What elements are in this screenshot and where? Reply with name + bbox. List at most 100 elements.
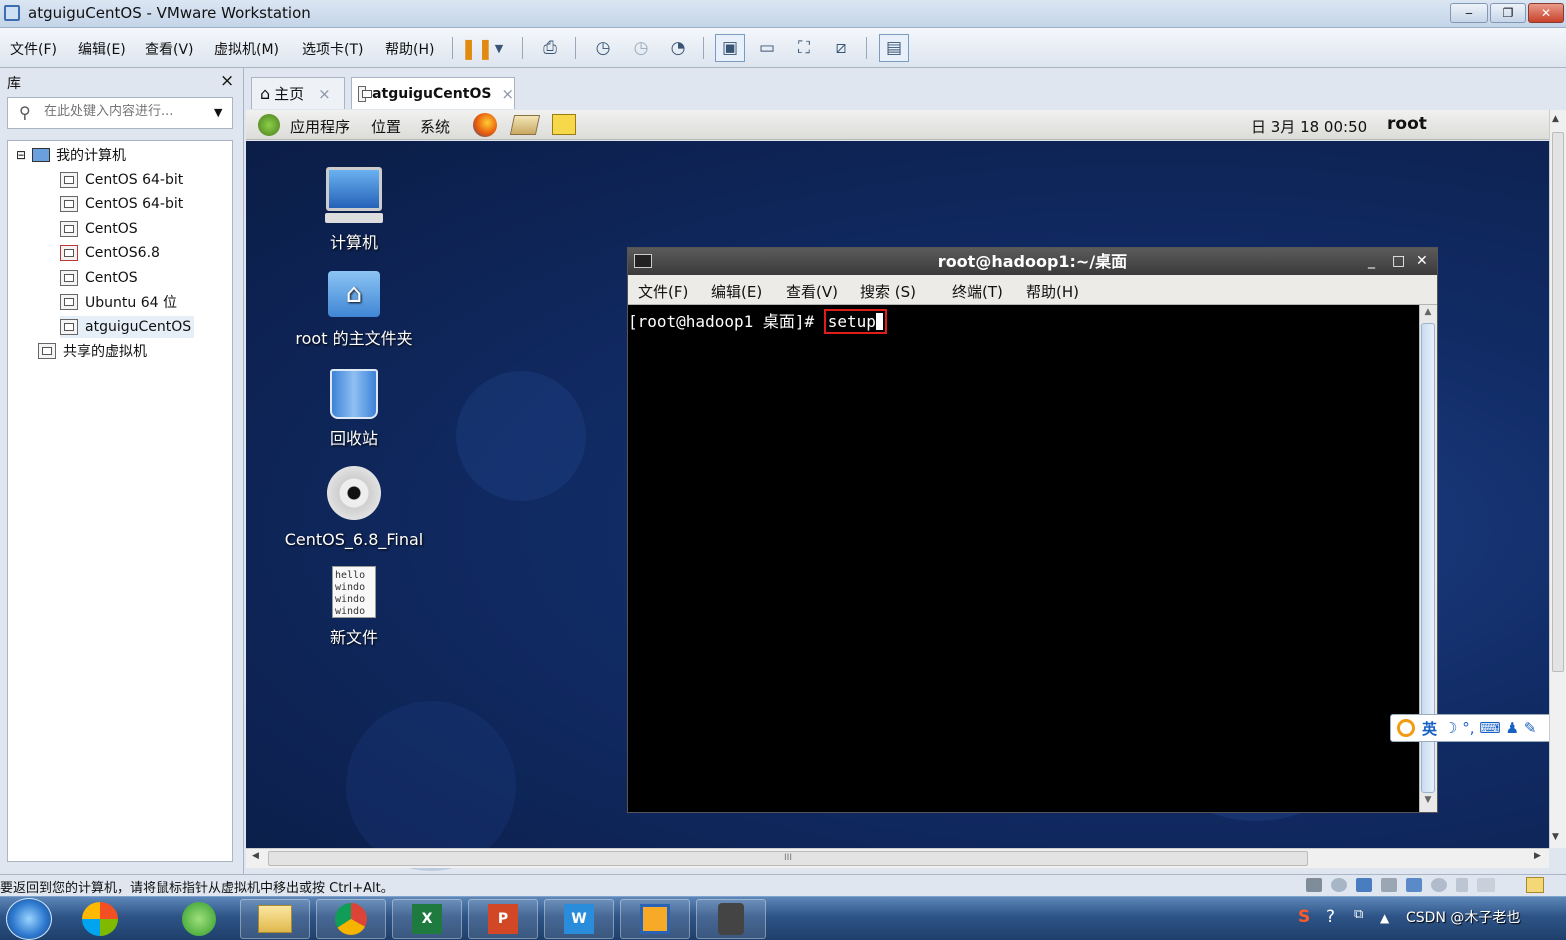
library-search-input[interactable] xyxy=(44,104,204,119)
taskbar-explorer[interactable] xyxy=(240,899,310,939)
vm-vertical-scrollbar[interactable]: ▲ ▼ xyxy=(1549,110,1566,848)
send-ctrl-alt-del-icon[interactable]: ⎙ xyxy=(535,34,565,62)
mail-icon[interactable] xyxy=(509,115,541,135)
ime-language-toggle[interactable]: 英 xyxy=(1422,718,1437,739)
tree-vm-item[interactable]: Ubuntu 64 位 xyxy=(60,291,177,313)
terminal-menu-edit[interactable]: 编辑(E) xyxy=(711,281,762,302)
unity-icon[interactable]: ⧄ xyxy=(826,34,856,62)
fullscreen-icon[interactable]: ⛶ xyxy=(789,34,819,62)
taskbar-recorder[interactable] xyxy=(696,899,766,939)
vm-tree: ⊟ 我的计算机 CentOS 64-bit CentOS 64-bit Cent… xyxy=(7,140,233,862)
restore-button[interactable]: ❐ xyxy=(1490,3,1526,23)
terminal-titlebar[interactable]: root@hadoop1:~/桌面 _ □ ✕ xyxy=(628,248,1437,275)
app-icon[interactable] xyxy=(82,902,118,936)
tab-close-button[interactable]: × xyxy=(501,85,514,103)
desktop-icon-home[interactable]: ⌂ root 的主文件夹 xyxy=(274,271,434,349)
thumbnail-bar-icon[interactable]: ▭ xyxy=(752,34,782,62)
tree-vm-item[interactable]: CentOS 64-bit xyxy=(60,193,183,215)
taskbar-excel[interactable]: X xyxy=(392,899,462,939)
taskbar-powerpoint[interactable]: P xyxy=(468,899,538,939)
tab-home[interactable]: ⌂ 主页 × xyxy=(251,77,345,109)
show-hidden-icons[interactable]: ▲ xyxy=(1380,911,1389,925)
help-icon[interactable]: ? xyxy=(1326,907,1335,927)
network-tray-icon[interactable]: ⧉ xyxy=(1354,907,1363,922)
usb-icon[interactable] xyxy=(1431,878,1447,892)
desktop-icon-computer[interactable]: 计算机 xyxy=(274,167,434,253)
start-button[interactable] xyxy=(6,898,52,940)
tree-vm-item-selected[interactable]: atguiguCentOS xyxy=(60,316,195,338)
vm-horizontal-scrollbar[interactable]: ◀ III ▶ xyxy=(246,848,1549,868)
firefox-icon[interactable] xyxy=(473,113,497,137)
terminal-menu-terminal[interactable]: 终端(T) xyxy=(952,281,1003,302)
panel-user[interactable]: root xyxy=(1387,114,1427,134)
printer-icon[interactable] xyxy=(1381,878,1397,892)
cd-drive-icon[interactable] xyxy=(1331,878,1347,892)
revert-snapshot-icon[interactable]: ◷ xyxy=(626,34,656,62)
ime-tools[interactable]: ☽ °, ⌨ ♟ ✎ xyxy=(1444,719,1536,737)
terminal-output[interactable]: [root@hadoop1 桌面]# setup xyxy=(628,305,1419,812)
collapse-toggle[interactable]: ⊟ xyxy=(16,148,26,162)
network-icon[interactable] xyxy=(1356,878,1372,892)
chevron-down-icon[interactable]: ▼ xyxy=(214,106,222,119)
scroll-down-button[interactable]: ▼ xyxy=(1552,832,1559,842)
taskbar-chrome[interactable] xyxy=(316,899,386,939)
terminal-window[interactable]: root@hadoop1:~/桌面 _ □ ✕ 文件(F) 编辑(E) 查看(V… xyxy=(627,247,1438,813)
tree-node-my-computer[interactable]: ⊟ 我的计算机 xyxy=(16,144,126,166)
desktop-icon-cdrom[interactable]: CentOS_6.8_Final xyxy=(274,466,434,549)
terminal-menu-view[interactable]: 查看(V) xyxy=(786,281,838,302)
ime-toolbar[interactable]: 英 ☽ °, ⌨ ♟ ✎ xyxy=(1390,714,1566,742)
library-search[interactable]: ⚲ ▼ xyxy=(7,97,233,129)
gnome-menu-places[interactable]: 位置 xyxy=(371,116,401,137)
terminal-close-button[interactable]: ✕ xyxy=(1416,248,1428,275)
sogou-ime-icon[interactable]: S xyxy=(1298,907,1310,927)
gnome-menu-system[interactable]: 系统 xyxy=(420,116,450,137)
menu-edit[interactable]: 编辑(E) xyxy=(78,39,126,59)
desktop-icon-new-file[interactable]: hello windo windo windo 新文件 xyxy=(274,566,434,648)
terminal-menu-file[interactable]: 文件(F) xyxy=(638,281,688,302)
menu-tabs[interactable]: 选项卡(T) xyxy=(302,39,363,59)
hard-disk-icon[interactable] xyxy=(1306,878,1322,892)
menu-file[interactable]: 文件(F) xyxy=(10,39,57,59)
snapshot-icon[interactable]: ◷ xyxy=(588,34,618,62)
scroll-down-button[interactable]: ▼ xyxy=(1421,795,1435,809)
message-log-icon[interactable] xyxy=(1526,877,1544,893)
snapshot-manager-icon[interactable]: ◔ xyxy=(663,34,693,62)
terminal-minimize-button[interactable]: _ xyxy=(1368,248,1375,275)
tree-vm-item[interactable]: CentOS 64-bit xyxy=(60,169,183,191)
scroll-thumb[interactable]: III xyxy=(268,851,1308,866)
taskbar-word-app[interactable]: W xyxy=(544,899,614,939)
taskbar-vmware[interactable] xyxy=(620,899,690,939)
chevron-down-icon[interactable]: ▼ xyxy=(490,34,508,62)
terminal-maximize-button[interactable]: □ xyxy=(1392,248,1405,275)
menu-help[interactable]: 帮助(H) xyxy=(385,39,434,59)
terminal-menu-search[interactable]: 搜索 (S) xyxy=(860,281,916,302)
library-close-button[interactable]: × xyxy=(220,71,234,91)
display-icon[interactable] xyxy=(1477,878,1495,892)
panel-clock[interactable]: 日 3月 18 00:50 xyxy=(1251,116,1367,137)
menu-view[interactable]: 查看(V) xyxy=(145,39,194,59)
scroll-right-button[interactable]: ▶ xyxy=(1534,851,1541,861)
desktop-icon-trash[interactable]: 回收站 xyxy=(274,369,434,449)
menu-vm[interactable]: 虚拟机(M) xyxy=(214,39,279,59)
tree-vm-item[interactable]: CentOS6.8 xyxy=(60,242,160,264)
refresh-app-icon[interactable] xyxy=(182,902,216,936)
scroll-thumb[interactable] xyxy=(1552,132,1564,672)
pause-icon[interactable]: ❚❚ xyxy=(460,34,494,62)
tree-node-shared-vms[interactable]: 共享的虚拟机 xyxy=(38,340,147,362)
scroll-up-button[interactable]: ▲ xyxy=(1421,307,1435,321)
console-view-icon[interactable]: ▤ xyxy=(879,34,909,62)
scroll-left-button[interactable]: ◀ xyxy=(252,851,259,861)
minimize-button[interactable]: ‒ xyxy=(1450,3,1488,23)
tree-vm-item[interactable]: CentOS xyxy=(60,267,138,289)
show-library-icon[interactable]: ▣ xyxy=(715,34,745,62)
tab-atguiguCentOS[interactable]: atguiguCentOS × xyxy=(351,77,515,109)
sound-icon[interactable] xyxy=(1406,878,1422,892)
scroll-up-button[interactable]: ▲ xyxy=(1552,114,1559,124)
close-button[interactable]: ✕ xyxy=(1528,3,1564,23)
gnome-menu-applications[interactable]: 应用程序 xyxy=(290,116,350,137)
usb-stick-icon[interactable] xyxy=(1456,878,1468,892)
tree-vm-item[interactable]: CentOS xyxy=(60,218,138,240)
note-editor-icon[interactable] xyxy=(552,114,576,135)
tab-close-button[interactable]: × xyxy=(318,85,331,103)
terminal-menu-help[interactable]: 帮助(H) xyxy=(1026,281,1079,302)
